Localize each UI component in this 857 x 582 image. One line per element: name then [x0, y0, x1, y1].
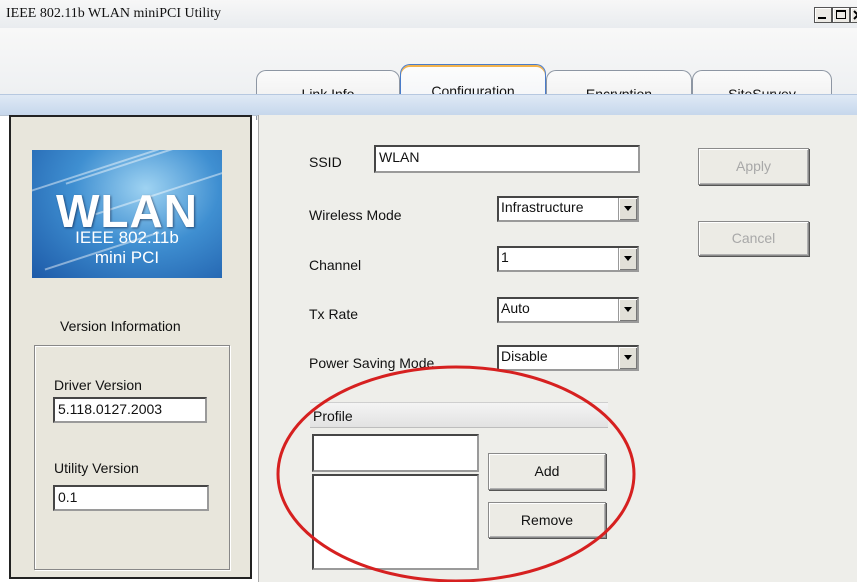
wlan-logo: WLAN IEEE 802.11b mini PCI [32, 150, 222, 278]
tab-strip: Link Info Configuration Encryption SiteS… [0, 28, 857, 122]
profile-list[interactable] [312, 474, 479, 570]
tx-rate-label: Tx Rate [309, 306, 359, 322]
driver-version-label: Driver Version [54, 377, 142, 393]
logo-line-1: IEEE 802.11b [75, 228, 179, 247]
chevron-down-icon[interactable] [618, 198, 637, 220]
ssid-label: SSID [309, 154, 342, 170]
apply-button[interactable]: Apply [698, 148, 809, 185]
wireless-mode-value: Infrastructure [501, 199, 584, 215]
profile-name-input[interactable] [312, 434, 479, 472]
driver-version-field: 5.118.0127.2003 [53, 397, 207, 423]
power-saving-select[interactable]: Disable [497, 345, 639, 371]
profile-header: Profile [310, 402, 608, 428]
tx-rate-value: Auto [501, 300, 530, 316]
cancel-button[interactable]: Cancel [698, 221, 809, 256]
close-icon[interactable] [850, 7, 857, 23]
remove-profile-button[interactable]: Remove [488, 502, 606, 538]
version-heading: Version Information [60, 318, 181, 334]
power-saving-label: Power Saving Mode [309, 355, 435, 371]
chevron-down-icon[interactable] [618, 347, 637, 369]
channel-select[interactable]: 1 [497, 246, 639, 272]
chevron-down-icon[interactable] [618, 248, 637, 270]
utility-version-field: 0.1 [53, 485, 209, 511]
logo-line-2: mini PCI [94, 248, 160, 267]
chevron-down-icon[interactable] [618, 299, 637, 321]
minimize-icon[interactable] [814, 7, 832, 23]
channel-label: Channel [309, 257, 362, 273]
maximize-icon[interactable] [832, 7, 850, 23]
tx-rate-select[interactable]: Auto [497, 297, 639, 323]
ssid-input[interactable]: WLAN [374, 145, 640, 173]
add-profile-button[interactable]: Add [488, 453, 606, 490]
utility-version-label: Utility Version [54, 460, 139, 476]
power-saving-value: Disable [501, 348, 548, 364]
profile-header-label: Profile [313, 408, 353, 424]
wireless-mode-label: Wireless Mode [309, 207, 402, 223]
wireless-mode-select[interactable]: Infrastructure [497, 196, 639, 222]
title-bar: IEEE 802.11b WLAN miniPCI Utility [0, 0, 857, 29]
channel-value: 1 [501, 249, 509, 265]
window-title: IEEE 802.11b WLAN miniPCI Utility [6, 6, 222, 21]
tab-divider-band [0, 94, 857, 116]
